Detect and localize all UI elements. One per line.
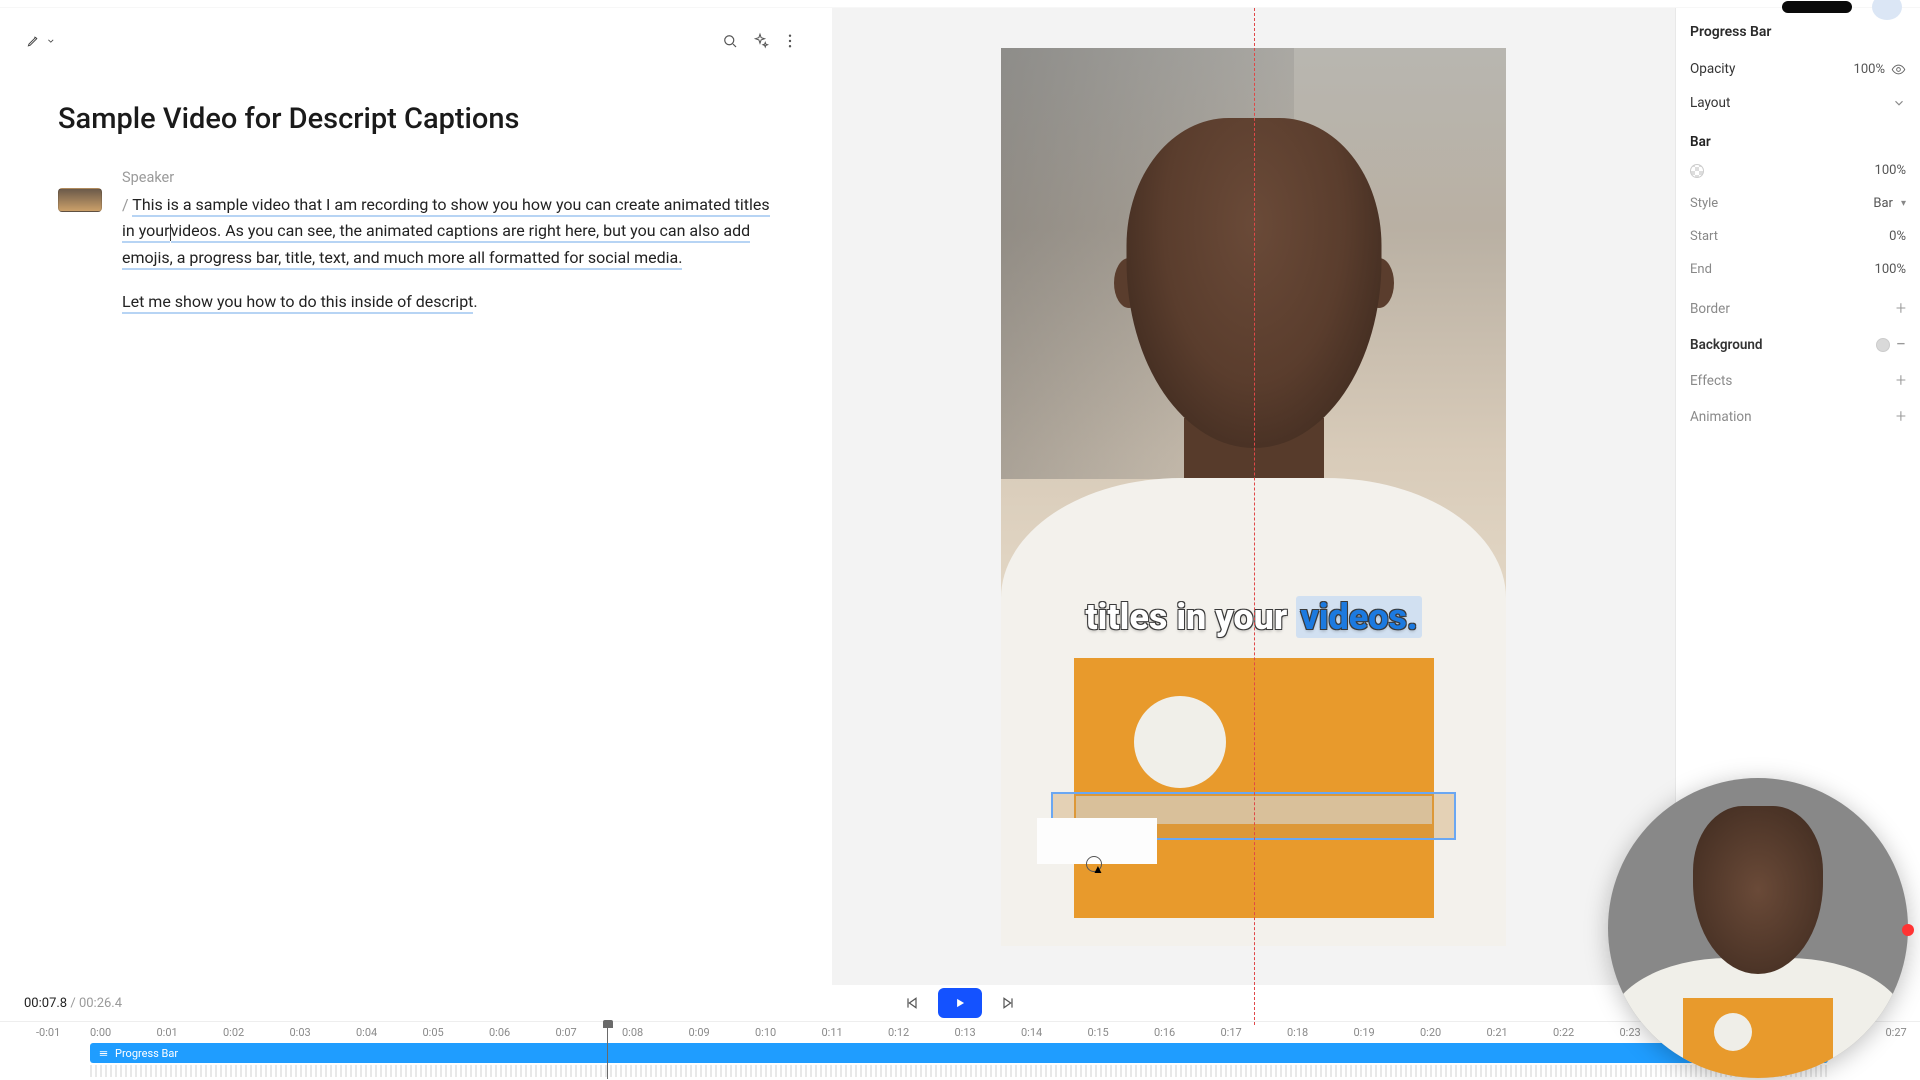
play-button[interactable] [938,988,982,1018]
ruler-tick: 0:00 [90,1022,157,1043]
end-row[interactable]: End 100% [1690,253,1906,286]
start-label: Start [1690,229,1718,244]
time-display: 00:07.8 / 00:26.4 [24,996,122,1011]
border-label: Border [1690,301,1730,317]
sparkle-icon [751,32,769,50]
playhead[interactable] [607,1021,608,1079]
ruler-tick: 0:13 [955,1022,1022,1043]
add-border-button[interactable]: + [1896,300,1906,318]
opacity-value[interactable]: 100% [1854,62,1885,77]
bar-fill-row[interactable]: 100% [1690,154,1906,187]
publish-button[interactable] [1782,1,1852,13]
record-indicator-icon [1902,924,1914,936]
effects-label: Effects [1690,373,1732,389]
animation-label: Animation [1690,409,1752,425]
layer-icon [98,1048,109,1059]
more-vertical-icon [781,32,799,50]
remove-background-button[interactable]: − [1896,336,1906,354]
current-time: 00:07.8 [24,996,67,1011]
ruler-tick: 0:16 [1154,1022,1221,1043]
ruler-tick: 0:02 [223,1022,290,1043]
slash-marker: / [122,195,129,214]
start-value[interactable]: 0% [1889,229,1906,244]
start-row[interactable]: Start 0% [1690,220,1906,253]
script-panel: Sample Video for Descript Captions Speak… [0,8,832,985]
layout-label: Layout [1690,95,1730,111]
chevron-down-icon [1892,96,1906,110]
caption-pre: titles in your [1085,596,1296,638]
waveform-strip[interactable] [90,1065,1828,1077]
panel-title: Progress Bar [1690,18,1906,52]
opacity-label: Opacity [1690,61,1735,77]
script-segment[interactable]: Let me show you how to do this inside of… [122,292,473,314]
avatar[interactable] [1872,0,1902,20]
more-button[interactable] [775,26,805,56]
prev-button[interactable] [904,995,920,1011]
ruler-tick: 0:04 [356,1022,423,1043]
fill-swatch[interactable] [1690,164,1704,178]
next-button[interactable] [1000,995,1016,1011]
ruler-tick: 0:17 [1221,1022,1288,1043]
skip-forward-icon [1000,995,1016,1011]
ruler-tick: 0:09 [689,1022,756,1043]
background-label: Background [1690,337,1763,353]
add-animation-button[interactable]: + [1896,408,1906,426]
write-mode-button[interactable] [26,26,56,56]
script-thumbnail[interactable] [58,188,102,212]
ai-button[interactable] [745,26,775,56]
ruler-tick: 0:08 [622,1022,689,1043]
end-label: End [1690,262,1712,277]
bar-section-label: Bar [1690,120,1906,154]
ruler-tick: 0:10 [755,1022,822,1043]
eye-icon [1891,62,1906,77]
ruler-tick: 0:15 [1088,1022,1155,1043]
background-swatch[interactable] [1876,338,1890,352]
top-bar [0,0,1920,8]
pencil-icon [26,32,40,50]
opacity-row[interactable]: Opacity 100% [1690,52,1906,86]
visibility-toggle[interactable] [1891,62,1906,77]
style-label: Style [1690,196,1718,211]
total-time: 00:26.4 [79,996,122,1011]
style-value[interactable]: Bar [1873,196,1893,211]
add-effects-button[interactable]: + [1896,372,1906,390]
center-guide-line [1254,8,1255,1025]
ruler-tick: 0:19 [1354,1022,1421,1043]
layout-row[interactable]: Layout [1690,86,1906,120]
ruler-tick: 0:01 [157,1022,224,1043]
project-title[interactable]: Sample Video for Descript Captions [0,56,831,160]
ruler-tick: 0:12 [888,1022,955,1043]
ruler-tick: -0:01 [36,1026,60,1039]
skip-back-icon [904,995,920,1011]
ruler-tick: 0:11 [822,1022,889,1043]
play-icon [953,996,967,1010]
script-text[interactable]: Speaker / This is a sample video that I … [122,166,771,315]
chevron-down-icon [46,35,56,47]
ruler-tick: 0:06 [489,1022,556,1043]
style-row[interactable]: Style Bar ▾ [1690,187,1906,220]
bar-fill-value[interactable]: 100% [1875,163,1906,178]
search-icon [721,32,739,50]
ruler-tick: 0:20 [1420,1022,1487,1043]
script-segment[interactable]: videos. As you can see, the animated cap… [122,221,750,269]
time-sep: / [67,996,79,1011]
script-plain[interactable]: . [473,292,477,311]
chevron-down-icon: ▾ [1901,198,1906,209]
search-button[interactable] [715,26,745,56]
caption-highlight: videos. [1296,596,1421,638]
webcam-pip [1608,778,1908,1078]
ruler-tick: 0:18 [1287,1022,1354,1043]
cursor-icon: ▲ [1092,862,1104,876]
ruler-tick: 0:21 [1487,1022,1554,1043]
ruler-tick: 0:05 [423,1022,490,1043]
clip-label: Progress Bar [115,1047,178,1060]
timeline-clip[interactable]: Progress Bar [90,1043,1828,1063]
speaker-label: Speaker [122,166,771,190]
ruler-tick: 0:03 [290,1022,357,1043]
end-value[interactable]: 100% [1875,262,1906,277]
canvas-panel[interactable]: titles in your videos. ▲ [832,8,1675,985]
ruler-tick: 0:14 [1021,1022,1088,1043]
